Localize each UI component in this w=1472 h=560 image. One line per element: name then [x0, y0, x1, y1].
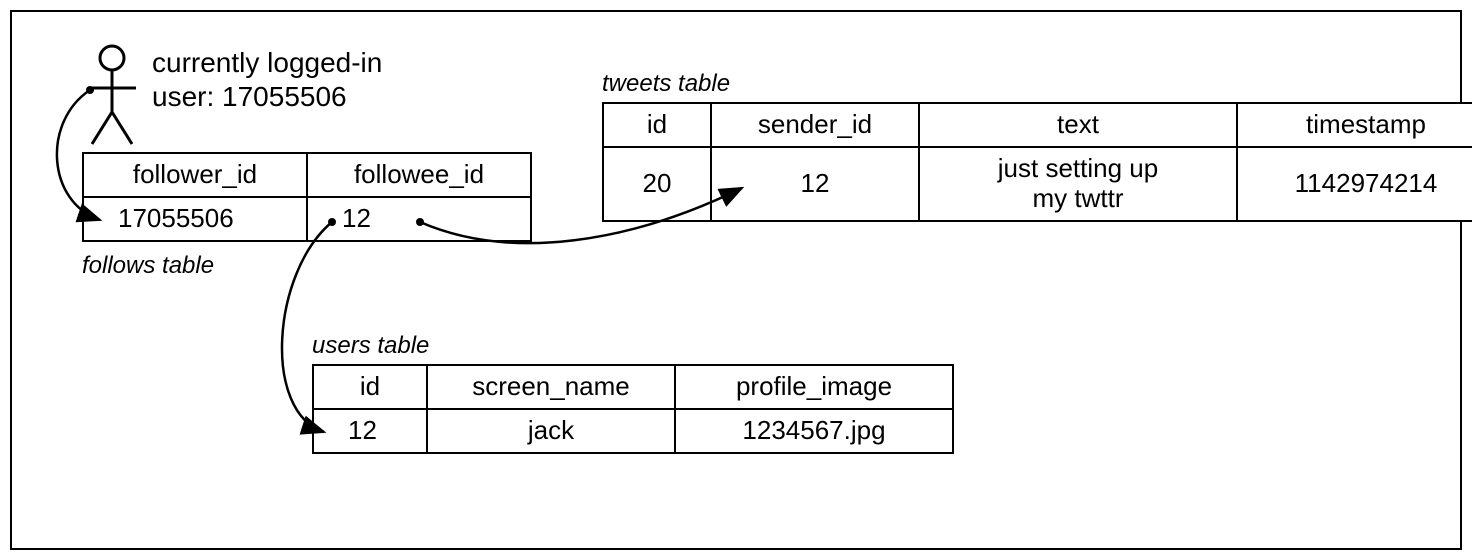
users-header-screen-name: screen_name	[427, 365, 675, 409]
tweets-header-text: text	[919, 103, 1237, 147]
users-header-profile-image: profile_image	[675, 365, 953, 409]
current-user-line2: user: 17055506	[152, 80, 382, 114]
follows-cell-followee-id: 12	[307, 197, 531, 241]
users-table: id screen_name profile_image 12 jack 123…	[312, 364, 954, 454]
follows-cell-follower-id: 17055506	[83, 197, 307, 241]
users-cell-id: 12	[313, 409, 427, 453]
follows-table: follower_id followee_id 17055506 12	[82, 152, 532, 242]
tweets-header-id: id	[603, 103, 711, 147]
current-user-line1: currently logged-in	[152, 46, 382, 80]
users-caption: users table	[312, 332, 429, 360]
tweets-header-sender-id: sender_id	[711, 103, 919, 147]
tweets-cell-text: just setting up my twttr	[919, 147, 1237, 221]
diagram-frame: currently logged-in user: 17055506 follo…	[10, 10, 1462, 550]
users-cell-screen-name: jack	[427, 409, 675, 453]
tweets-table: id sender_id text timestamp 20 12 just s…	[602, 102, 1472, 222]
tweets-cell-sender-id: 12	[711, 147, 919, 221]
tweets-cell-id: 20	[603, 147, 711, 221]
users-cell-profile-image: 1234567.jpg	[675, 409, 953, 453]
follows-header-followee-id: followee_id	[307, 153, 531, 197]
follows-caption: follows table	[82, 252, 214, 280]
tweets-caption: tweets table	[602, 70, 730, 98]
tweets-header-timestamp: timestamp	[1237, 103, 1472, 147]
follows-header-follower-id: follower_id	[83, 153, 307, 197]
stick-figure-icon	[82, 42, 142, 152]
current-user-label: currently logged-in user: 17055506	[152, 46, 382, 113]
users-header-id: id	[313, 365, 427, 409]
tweets-cell-timestamp: 1142974214	[1237, 147, 1472, 221]
